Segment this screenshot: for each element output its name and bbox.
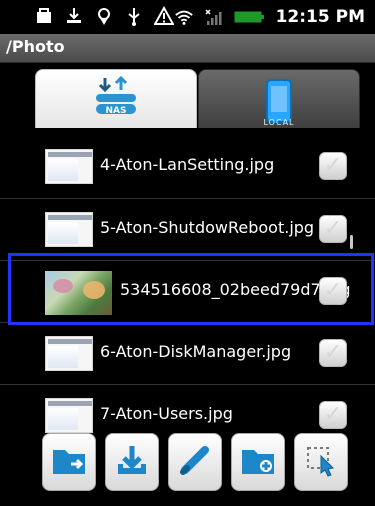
list-item[interactable]: 6-Aton-DiskManager.jpg ✓ [0,322,375,384]
select-cursor-icon [301,442,341,482]
list-item[interactable]: 5-Aton-ShutdowReboot.jpg ✓ [0,198,375,260]
usb-icon [124,6,144,26]
check-icon: ✓ [323,340,343,365]
page-title: /Photo [6,37,65,56]
select-checkbox[interactable]: ✓ [319,401,347,429]
file-name: 5-Aton-ShutdowReboot.jpg [100,218,315,237]
thumbnail-image [45,212,93,247]
thumbnail-image [45,336,93,371]
thumbnail-image [45,398,93,433]
wifi-icon [174,7,194,27]
select-button[interactable] [294,433,348,491]
select-checkbox[interactable]: ✓ [319,152,347,180]
selection-highlight [8,253,374,325]
check-icon: ✓ [323,153,343,178]
tabs-bar: NAS LOCAL [0,63,375,129]
select-checkbox[interactable]: ✓ [319,215,347,243]
check-icon: ✓ [323,216,343,241]
tab-nas-label: NAS [105,106,127,116]
warning-icon [154,6,174,26]
list-scrollbar[interactable] [350,235,353,249]
status-time: 12:15 PM [275,7,365,27]
pen-icon [175,442,215,482]
tab-nas[interactable]: NAS [35,69,197,129]
file-name: 7-Aton-Users.jpg [100,404,233,423]
nas-transfer-icon: NAS [81,75,151,130]
phone-icon: LOCAL [259,76,299,130]
status-left-icons [34,6,174,26]
tab-local[interactable]: LOCAL [198,69,360,129]
download-tray-icon [112,442,152,482]
rename-button[interactable] [168,433,222,491]
title-bar: /Photo [0,34,375,63]
folder-open-icon [49,442,89,482]
file-name: 4-Aton-LanSetting.jpg [100,155,275,174]
battery-icon [234,7,266,27]
check-icon: ✓ [323,402,343,427]
status-bar: 12:15 PM [0,0,375,34]
status-right-icons: 12:15 PM [174,6,365,28]
new-folder-button[interactable] [231,433,285,491]
open-folder-button[interactable] [42,433,96,491]
bag-icon [34,6,54,26]
folder-add-icon [238,442,278,482]
bottom-toolbar [36,433,366,493]
thumbnail-image [45,149,93,184]
download-button[interactable] [105,433,159,491]
tab-local-label: LOCAL [263,118,295,127]
list-item[interactable]: 4-Aton-LanSetting.jpg ✓ [0,136,375,197]
signal-icon [204,7,224,27]
select-checkbox[interactable]: ✓ [319,339,347,367]
file-name: 6-Aton-DiskManager.jpg [100,342,292,361]
location-icon [94,6,114,26]
download-icon [64,6,84,26]
